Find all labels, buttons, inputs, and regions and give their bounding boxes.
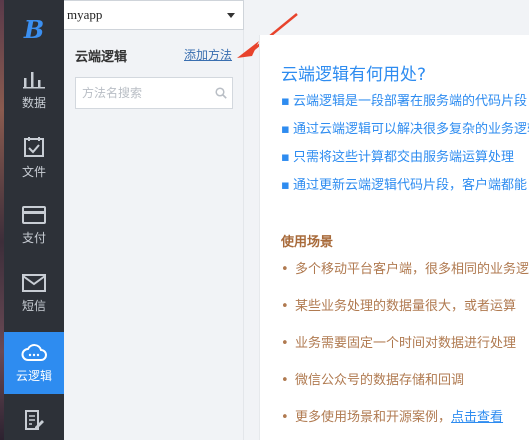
content-heading: 云端逻辑有何用处? [281,65,427,85]
list-item: • 业务需要固定一个时间对数据进行处理 [281,336,517,351]
list-item: ▪ 通过更新云端逻辑代码片段，客户端都能 [281,178,528,193]
method-search-input[interactable] [76,86,210,100]
nav-item-files[interactable]: 文件 [4,126,64,190]
nav-item-data[interactable]: 数据 [4,58,64,122]
list-item: • 更多使用场景和开源案例， 点击查看 [281,411,529,440]
list-item: • 微信公众号的数据存储和回调 [281,373,465,388]
help-content: 云端逻辑有何用处? ▪ 云端逻辑是一段部署在服务端的代码片段 ▪ 通过云端逻辑可以解… [259,35,529,440]
view-more-link[interactable]: 点击查看 [451,411,503,440]
nav-label-cloud-logic: 云逻辑 [15,369,52,383]
mail-icon [22,274,46,292]
icon-sidebar: B 数据 文件 支付 短信 云逻辑 [4,0,64,440]
nav-item-payment[interactable]: 支付 [4,194,64,258]
method-panel: myapp 云端逻辑 添加方法 [64,0,244,440]
list-item: • 多个移动平台客户端，很多相同的业务逻辑 [281,262,529,277]
nav-label-files: 文件 [21,165,46,179]
scenarios-heading: 使用场景 [281,235,334,250]
method-search [75,77,233,109]
cloud-icon [21,344,47,361]
file-check-icon [24,137,44,157]
panel-title: 云端逻辑 [75,50,128,65]
edit-doc-icon [25,410,44,430]
search-icon[interactable] [210,87,232,99]
uses-list: ▪ 云端逻辑是一段部署在服务端的代码片段 ▪ 通过云端逻辑可以解决很多复杂的业务逻辑… [281,95,529,207]
app-logo[interactable]: B [4,0,64,58]
list-item: ▪ 通过云端逻辑可以解决很多复杂的业务逻辑 [281,122,529,137]
nav-item-more[interactable] [4,400,64,440]
scenarios-list: • 多个移动平台客户端，很多相同的业务逻辑 • 某些业务处理的数据量很大，或者运算 … [281,263,529,440]
credit-card-icon [22,206,46,224]
nav-label-payment: 支付 [21,231,46,245]
app-selector[interactable]: myapp [64,0,244,30]
nav-item-cloud-logic[interactable]: 云逻辑 [4,332,64,394]
app-selector-value: myapp [67,7,103,22]
nav-item-sms[interactable]: 短信 [4,262,64,326]
bar-chart-icon [23,72,45,89]
nav-label-sms: 短信 [21,299,46,313]
list-item: ▪ 云端逻辑是一段部署在服务端的代码片段 [281,94,528,109]
nav-label-data: 数据 [21,96,46,110]
list-item: • 某些业务处理的数据量很大，或者运算 [281,299,517,314]
list-item: ▪ 只需将这些计算都交由服务端运算处理 [281,150,515,165]
